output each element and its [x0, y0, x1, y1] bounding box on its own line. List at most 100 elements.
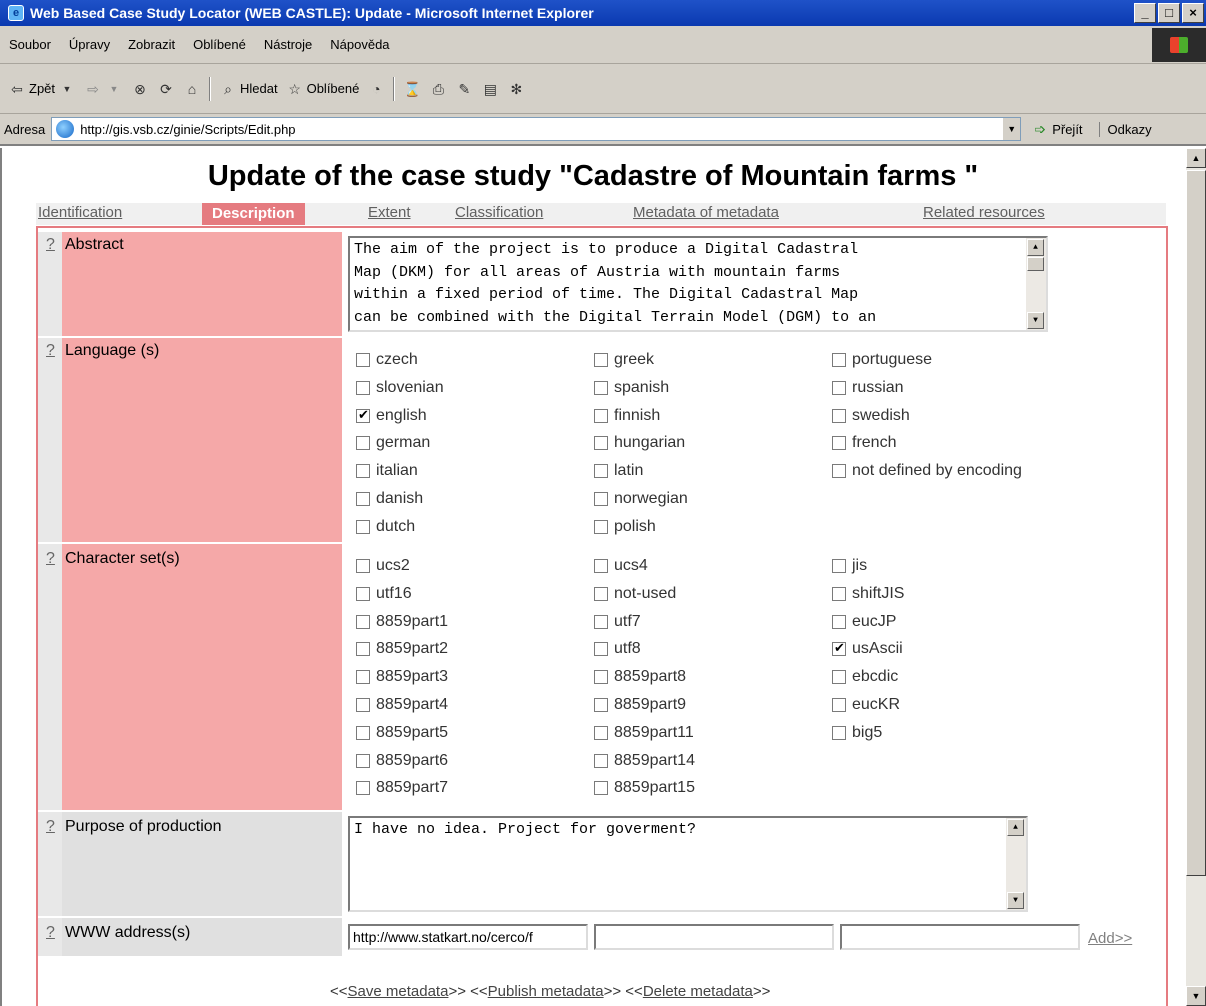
charset-checkbox-8859part7[interactable]: 8859part7	[356, 778, 448, 798]
language-checkbox-finnish[interactable]: finnish	[594, 406, 660, 426]
checkbox-box[interactable]	[356, 725, 370, 740]
checkbox-box[interactable]	[356, 407, 370, 423]
abstract-textarea[interactable]: The aim of the project is to produce a D…	[348, 236, 1048, 332]
scroll-up-icon[interactable]: ▲	[1027, 239, 1044, 256]
charset-checkbox-usascii[interactable]: usAscii	[832, 639, 903, 659]
scroll-down-icon[interactable]: ▼	[1007, 892, 1024, 909]
language-checkbox-danish[interactable]: danish	[356, 489, 423, 509]
menu-edit[interactable]: Úpravy	[60, 37, 119, 52]
abstract-scrollbar[interactable]: ▲ ▼	[1026, 238, 1046, 330]
language-checkbox-italian[interactable]: italian	[356, 461, 418, 481]
go-button[interactable]: ➩ Přejít	[1031, 120, 1082, 138]
checkbox-box[interactable]	[594, 353, 608, 367]
charset-checkbox-8859part11[interactable]: 8859part11	[594, 723, 694, 743]
www-address-input-1[interactable]: http://www.statkart.no/cerco/f	[348, 924, 588, 950]
checkbox-box[interactable]	[356, 670, 370, 685]
maximize-button[interactable]: □	[1158, 3, 1180, 23]
history-button[interactable]: ⌛	[399, 77, 425, 101]
checkbox-box[interactable]	[594, 670, 608, 685]
help-link[interactable]: ?	[38, 236, 62, 254]
language-checkbox-latin[interactable]: latin	[594, 461, 643, 481]
checkbox-box[interactable]	[832, 464, 846, 479]
scroll-thumb[interactable]	[1186, 170, 1206, 876]
language-checkbox-norwegian[interactable]: norwegian	[594, 489, 688, 509]
close-button[interactable]: ×	[1182, 3, 1204, 23]
minimize-button[interactable]: _	[1134, 3, 1156, 23]
language-checkbox-french[interactable]: french	[832, 433, 896, 453]
language-checkbox-english[interactable]: english	[356, 406, 427, 426]
help-link[interactable]: ?	[38, 550, 62, 568]
links-button[interactable]: Odkazy	[1098, 121, 1152, 137]
menu-view[interactable]: Zobrazit	[119, 37, 184, 52]
checkbox-box[interactable]	[356, 353, 370, 367]
menu-help[interactable]: Nápověda	[321, 37, 398, 52]
charset-checkbox-ucs2[interactable]: ucs2	[356, 556, 410, 576]
media-button[interactable]: ◔	[363, 77, 389, 101]
checkbox-box[interactable]	[594, 492, 608, 506]
www-address-input-3[interactable]	[840, 924, 1080, 950]
help-link[interactable]: ?	[38, 818, 62, 836]
publish-metadata-link[interactable]: Publish metadata	[488, 983, 604, 1000]
language-checkbox-portuguese[interactable]: portuguese	[832, 350, 932, 370]
tab-related-resources[interactable]: Related resources	[923, 204, 1045, 221]
checkbox-box[interactable]	[832, 436, 846, 451]
checkbox-box[interactable]	[356, 586, 370, 601]
charset-checkbox-8859part15[interactable]: 8859part15	[594, 778, 695, 798]
charset-checkbox-8859part14[interactable]: 8859part14	[594, 751, 695, 771]
charset-checkbox-ebcdic[interactable]: ebcdic	[832, 667, 898, 687]
tab-description[interactable]: Description	[202, 203, 305, 225]
back-button[interactable]: ⇦ Zpět ▼	[4, 77, 80, 101]
charset-checkbox-utf8[interactable]: utf8	[594, 639, 641, 659]
charset-checkbox-8859part9[interactable]: 8859part9	[594, 695, 686, 715]
www-address-input-2[interactable]	[594, 924, 834, 950]
checkbox-box[interactable]	[832, 353, 846, 367]
home-button[interactable]: ⌂	[179, 77, 205, 101]
checkbox-box[interactable]	[356, 380, 370, 395]
save-metadata-link[interactable]: Save metadata	[348, 983, 449, 1000]
checkbox-box[interactable]	[594, 559, 608, 573]
language-checkbox-slovenian[interactable]: slovenian	[356, 378, 444, 398]
checkbox-box[interactable]	[356, 519, 370, 534]
scroll-thumb[interactable]	[1027, 257, 1044, 271]
checkbox-box[interactable]	[356, 614, 370, 629]
checkbox-box[interactable]	[594, 408, 608, 423]
address-input[interactable]: http://gis.vsb.cz/ginie/Scripts/Edit.php…	[51, 117, 1022, 141]
charset-checkbox-8859part2[interactable]: 8859part2	[356, 639, 448, 659]
menu-tools[interactable]: Nástroje	[255, 37, 321, 52]
refresh-button[interactable]: ⟳	[153, 77, 179, 101]
help-link[interactable]: ?	[38, 924, 62, 942]
language-checkbox-polish[interactable]: polish	[594, 517, 656, 537]
language-checkbox-greek[interactable]: greek	[594, 350, 654, 370]
scroll-down-icon[interactable]: ▼	[1027, 312, 1044, 329]
checkbox-box[interactable]	[832, 586, 846, 601]
charset-checkbox-utf7[interactable]: utf7	[594, 612, 641, 632]
purpose-textarea[interactable]: I have no idea. Project for goverment? ▲…	[348, 816, 1028, 912]
address-dropdown-icon[interactable]: ▼	[1002, 118, 1021, 140]
charset-checkbox-big5[interactable]: big5	[832, 723, 882, 743]
scroll-up-icon[interactable]: ▲	[1007, 819, 1024, 836]
checkbox-box[interactable]	[832, 614, 846, 629]
language-checkbox-not-defined-by-encoding[interactable]: not defined by encoding	[832, 461, 1022, 481]
checkbox-box[interactable]	[594, 698, 608, 712]
checkbox-box[interactable]	[594, 464, 608, 479]
tab-extent[interactable]: Extent	[368, 204, 411, 221]
tab-classification[interactable]: Classification	[455, 204, 543, 221]
language-checkbox-swedish[interactable]: swedish	[832, 406, 910, 426]
add-address-link[interactable]: Add>>	[1088, 930, 1132, 947]
tab-metadata-of-metadata[interactable]: Metadata of metadata	[633, 204, 779, 221]
language-checkbox-german[interactable]: german	[356, 433, 430, 453]
language-checkbox-czech[interactable]: czech	[356, 350, 418, 370]
purpose-scrollbar[interactable]: ▲ ▼	[1006, 818, 1026, 910]
menu-favorites[interactable]: Oblíbené	[184, 37, 255, 52]
charset-checkbox-shiftjis[interactable]: shiftJIS	[832, 584, 904, 604]
checkbox-box[interactable]	[832, 698, 846, 712]
checkbox-box[interactable]	[832, 559, 846, 573]
charset-checkbox-8859part3[interactable]: 8859part3	[356, 667, 448, 687]
scroll-down-icon[interactable]: ▼	[1186, 986, 1206, 1006]
checkbox-box[interactable]	[594, 725, 608, 740]
checkbox-box[interactable]	[832, 408, 846, 423]
print-button[interactable]: ⎙	[425, 77, 451, 101]
charset-checkbox-8859part5[interactable]: 8859part5	[356, 723, 448, 743]
stop-button[interactable]: ⊗	[127, 77, 153, 101]
help-link[interactable]: ?	[38, 342, 62, 360]
